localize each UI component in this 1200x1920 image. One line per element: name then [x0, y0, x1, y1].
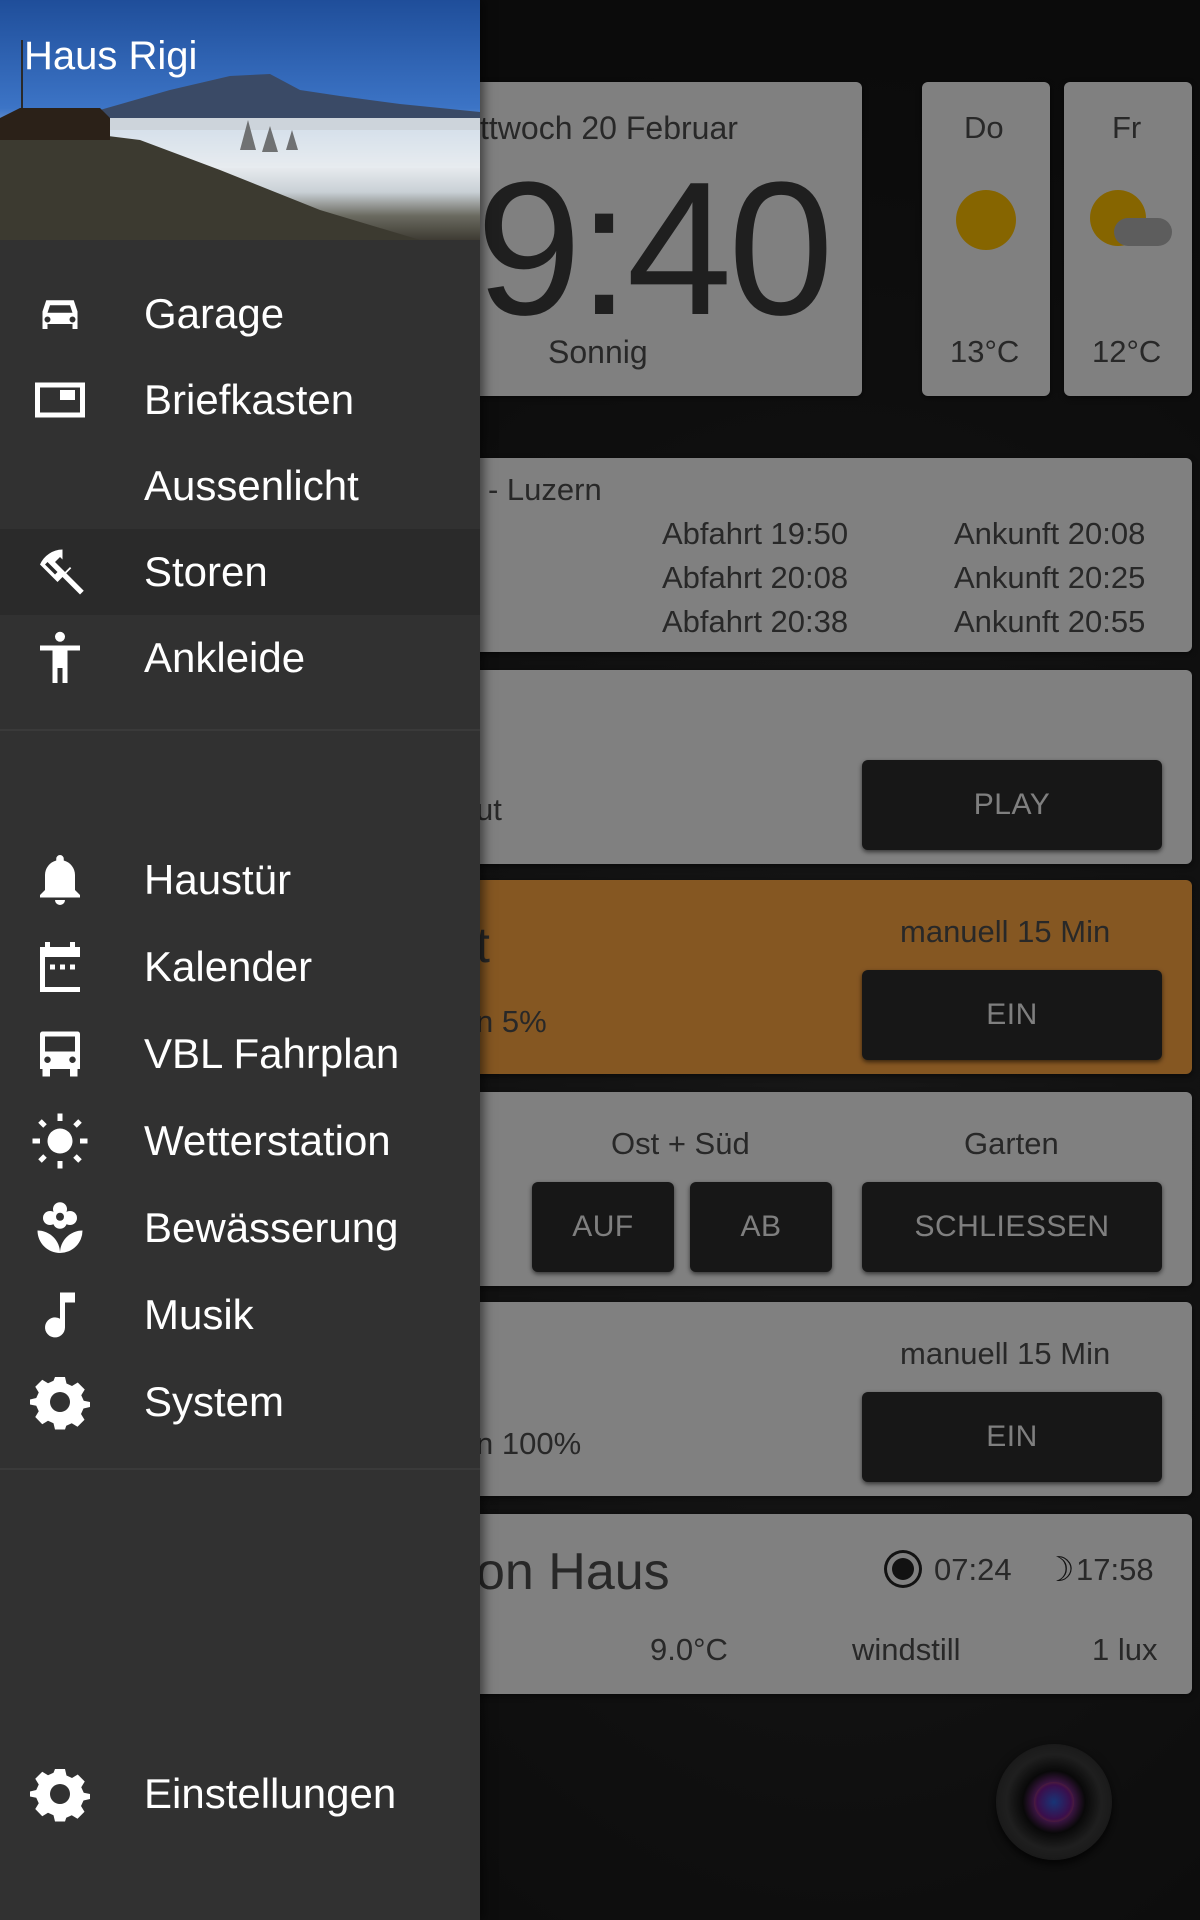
menu-item-einstellungen[interactable]: Einstellungen: [0, 1751, 480, 1837]
gear-icon: [0, 1359, 120, 1445]
menu-item-label: Wetterstation: [144, 1117, 391, 1164]
car-icon: [0, 271, 120, 357]
menu-item-kalender[interactable]: Kalender: [0, 924, 480, 1010]
menu-item-label: Aussenlicht: [144, 462, 359, 509]
navigation-drawer: Haus Rigi Garage Briefkasten Aussenlicht…: [0, 0, 480, 1920]
menu-item-garage[interactable]: Garage: [0, 271, 480, 357]
menu-item-label: VBL Fahrplan: [144, 1030, 400, 1077]
menu-item-label: Bewässerung: [144, 1204, 399, 1251]
bus-icon: [0, 1011, 120, 1097]
sun-icon: [0, 1098, 120, 1184]
umbrella-icon: [0, 529, 120, 615]
menu-item-bewaesserung[interactable]: Bewässerung: [0, 1185, 480, 1271]
drawer-divider: [0, 729, 480, 731]
menu-item-label: Haustür: [144, 856, 292, 903]
music-note-icon: [0, 1272, 120, 1358]
menu-item-label: System: [144, 1378, 285, 1425]
menu-item-briefkasten[interactable]: Briefkasten: [0, 357, 480, 443]
menu-item-aussenlicht[interactable]: Aussenlicht: [0, 443, 480, 529]
menu-item-label: Ankleide: [144, 634, 306, 681]
drawer-header-image: Haus Rigi: [0, 0, 480, 240]
gear-icon: [0, 1751, 120, 1837]
bell-icon: [0, 837, 120, 923]
flower-icon: [0, 1185, 120, 1271]
menu-item-system[interactable]: System: [0, 1359, 480, 1445]
menu-item-storen[interactable]: Storen: [0, 529, 480, 615]
menu-item-wetterstation[interactable]: Wetterstation: [0, 1098, 480, 1184]
menu-item-label: Einstellungen: [144, 1770, 397, 1817]
menu-item-haustuer[interactable]: Haustür: [0, 837, 480, 923]
mailbox-icon: [0, 357, 120, 443]
menu-item-label: Musik: [144, 1291, 254, 1338]
menu-item-ankleide[interactable]: Ankleide: [0, 615, 480, 701]
menu-item-label: Kalender: [144, 943, 313, 990]
menu-item-label: Storen: [144, 548, 268, 595]
menu-item-label: Garage: [144, 290, 285, 337]
calendar-icon: [0, 924, 120, 1010]
menu-item-musik[interactable]: Musik: [0, 1272, 480, 1358]
menu-item-label: Briefkasten: [144, 376, 355, 423]
person-icon: [0, 615, 120, 701]
drawer-title: Haus Rigi: [24, 34, 198, 78]
drawer-divider: [0, 1468, 480, 1470]
menu-item-vbl-fahrplan[interactable]: VBL Fahrplan: [0, 1011, 480, 1097]
moon-icon: [0, 443, 120, 529]
